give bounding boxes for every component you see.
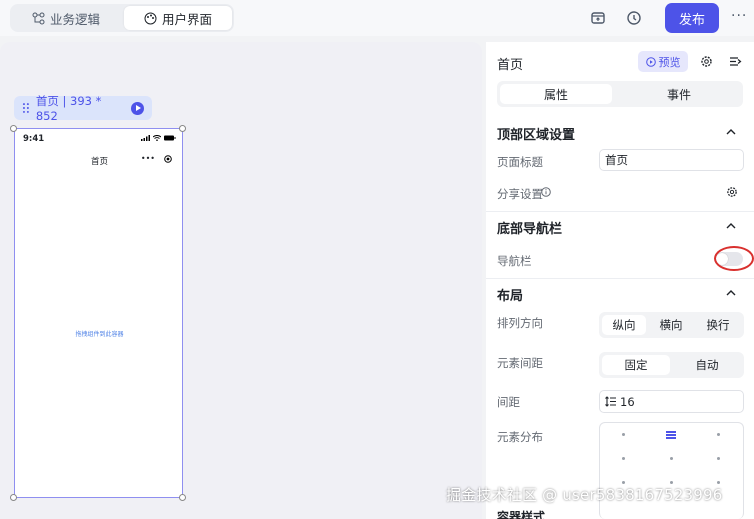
resize-handle-tl[interactable] xyxy=(10,125,17,132)
spacing-mode-selector: 固定 自动 xyxy=(599,352,744,378)
align-top-right[interactable] xyxy=(717,433,720,436)
history-icon[interactable] xyxy=(626,10,642,26)
panel-tabs: 属性 事件 xyxy=(497,81,743,107)
capsule-more-icon: ••• xyxy=(140,154,155,163)
tab-user-interface[interactable]: 用户界面 xyxy=(124,6,232,30)
distribution-label: 元素分布 xyxy=(497,430,543,444)
wifi-icon xyxy=(153,135,161,141)
direction-wrap[interactable]: 换行 xyxy=(696,315,740,335)
info-icon[interactable] xyxy=(541,187,551,197)
settings-icon[interactable] xyxy=(700,55,713,68)
play-icon[interactable] xyxy=(131,101,144,115)
collapse-panel-icon[interactable] xyxy=(729,55,742,68)
archive-icon[interactable] xyxy=(590,10,606,26)
drag-handle-icon[interactable] xyxy=(22,102,30,114)
section-container-style[interactable]: 容器样式 xyxy=(497,508,545,519)
phone-status-bar xyxy=(141,135,176,141)
tab-business-logic-label: 业务逻辑 xyxy=(50,11,101,27)
page-chip-label: 首页 | 393 * 852 xyxy=(35,94,102,123)
phone-frame[interactable]: 9:41 首页 ••• 拖拽组件到此容器 xyxy=(14,128,183,498)
nav-bar-label: 导航栏 xyxy=(497,254,532,268)
phone-time: 9:41 xyxy=(23,134,45,144)
capsule-close-icon xyxy=(164,154,172,163)
section-top-area[interactable]: 顶部区域设置 xyxy=(497,124,575,143)
share-settings-gear-icon[interactable] xyxy=(726,186,738,198)
divider xyxy=(486,278,754,279)
gap-label: 间距 xyxy=(497,395,520,409)
drop-placeholder: 拖拽组件到此容器 xyxy=(75,331,124,338)
play-circle-icon xyxy=(645,56,656,67)
watermark: 掘金技术社区 @ user5838167523996 xyxy=(446,486,723,504)
gap-input[interactable]: 16 xyxy=(599,390,744,413)
direction-vertical[interactable]: 纵向 xyxy=(602,315,646,335)
tab-events[interactable]: 事件 xyxy=(623,84,735,104)
page-title-input[interactable]: 首页 xyxy=(599,149,744,171)
tab-business-logic[interactable]: 业务逻辑 xyxy=(22,6,110,30)
align-top-left[interactable] xyxy=(622,433,625,436)
palette-icon xyxy=(144,12,157,24)
properties-panel: 首页 预览 属性 事件 顶部区域设置 页面标题 首页 分享设置 底部导航栏 导航… xyxy=(486,42,754,519)
chevron-up-icon[interactable] xyxy=(726,221,736,231)
page-chip[interactable]: 首页 | 393 * 852 xyxy=(14,94,152,123)
more-icon[interactable]: ··· xyxy=(731,8,747,24)
chevron-up-icon[interactable] xyxy=(726,127,736,137)
spacing-auto[interactable]: 自动 xyxy=(673,355,741,375)
share-settings-label: 分享设置 xyxy=(497,187,543,201)
battery-icon xyxy=(164,135,176,141)
tab-properties[interactable]: 属性 xyxy=(500,84,612,104)
section-bottom-nav[interactable]: 底部导航栏 xyxy=(497,218,562,237)
publish-button[interactable]: 发布 xyxy=(665,3,719,33)
capsule-menu: ••• xyxy=(141,154,172,163)
direction-selector: 纵向 横向 换行 xyxy=(599,312,744,338)
resize-handle-tr[interactable] xyxy=(179,125,186,132)
spacing-mode-label: 元素间距 xyxy=(497,356,543,370)
flow-icon xyxy=(32,12,45,24)
highlight-annotation xyxy=(714,246,754,271)
page-title-label: 页面标题 xyxy=(497,155,543,169)
align-top-center-active[interactable] xyxy=(666,431,676,433)
divider xyxy=(486,211,754,212)
align-middle-right[interactable] xyxy=(717,457,720,460)
direction-label: 排列方向 xyxy=(497,316,543,330)
spacing-icon xyxy=(605,396,616,407)
gap-value: 16 xyxy=(620,394,635,409)
align-middle-center[interactable] xyxy=(670,457,673,460)
direction-horizontal[interactable]: 横向 xyxy=(649,315,693,335)
top-bar: 业务逻辑 用户界面 发布 ··· xyxy=(0,0,754,36)
preview-label: 预览 xyxy=(658,55,681,69)
chevron-up-icon[interactable] xyxy=(726,288,736,298)
section-layout[interactable]: 布局 xyxy=(497,285,523,304)
align-top-center-active xyxy=(666,437,676,439)
page-title-value: 首页 xyxy=(605,153,628,167)
align-middle-left[interactable] xyxy=(622,457,625,460)
tab-user-interface-label: 用户界面 xyxy=(161,11,212,27)
resize-handle-br[interactable] xyxy=(179,494,186,501)
preview-button[interactable]: 预览 xyxy=(638,51,688,72)
mode-switch: 业务逻辑 用户界面 xyxy=(10,4,234,32)
signal-icon xyxy=(141,135,150,141)
panel-title: 首页 xyxy=(497,58,524,73)
align-top-center-active xyxy=(666,434,676,436)
resize-handle-bl[interactable] xyxy=(10,494,17,501)
spacing-fixed[interactable]: 固定 xyxy=(602,355,670,375)
